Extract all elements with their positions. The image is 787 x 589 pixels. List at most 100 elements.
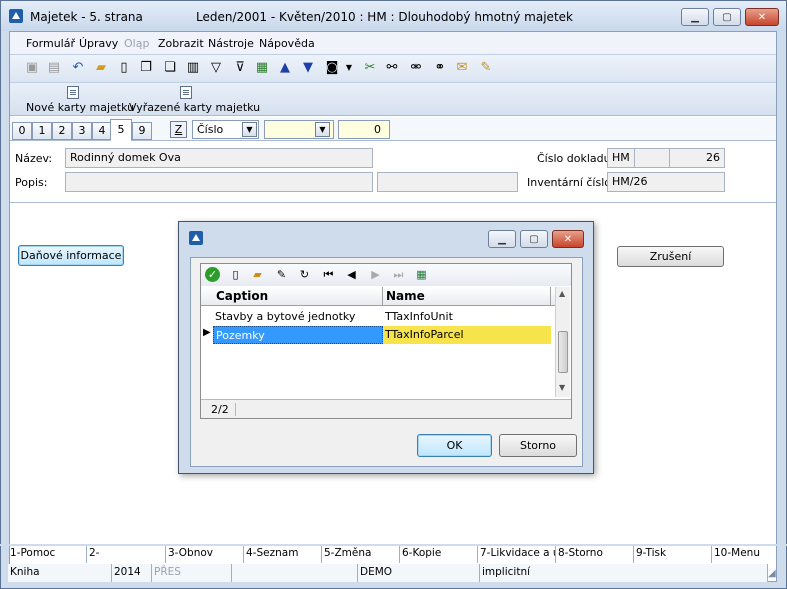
grid-cell-name[interactable]: TTaxInfoUnit (383, 308, 551, 326)
app-logo-icon (189, 231, 203, 245)
nazev-field[interactable]: Rodinný domek Ova (65, 148, 373, 168)
number-input[interactable]: 0 (338, 120, 390, 139)
tab-3[interactable]: 3 (72, 122, 92, 140)
status-empty (232, 564, 358, 582)
grid-cell-name-selected[interactable]: TTaxInfoParcel (383, 326, 551, 344)
tab-5[interactable]: 5 (110, 119, 132, 141)
fkey-10[interactable]: 10-Menu (712, 546, 778, 563)
dialog-maximize-button[interactable]: ▢ (520, 230, 548, 248)
save-close-icon[interactable]: ▤ (46, 60, 62, 76)
retired-assets-button[interactable]: Vyřazené karty majetku (129, 101, 260, 114)
prev-record-icon[interactable]: ◀ (344, 267, 359, 282)
last-record-icon[interactable]: ⏭ (391, 267, 406, 282)
binoculars-icon[interactable]: ⚯ (384, 60, 400, 76)
chevron-down-icon[interactable]: ▼ (242, 122, 257, 137)
book-icon[interactable]: ▥ (185, 60, 201, 76)
dialog-close-button[interactable]: ✕ (552, 230, 584, 248)
notes-icon[interactable]: ✎ (478, 60, 494, 76)
popis-field[interactable] (65, 172, 373, 192)
fkey-5[interactable]: 5-Změna (322, 546, 400, 563)
scroll-up-icon[interactable]: ▲ (559, 289, 565, 298)
tab-9[interactable]: 9 (132, 122, 152, 140)
email-icon[interactable]: ✉ (454, 60, 470, 76)
menu-zobrazit[interactable]: Zobrazit (158, 37, 204, 50)
first-record-icon[interactable]: ⏮ (321, 267, 336, 282)
camera-icon[interactable]: ◙ (324, 60, 340, 76)
tab-1[interactable]: 1 (32, 122, 52, 140)
fkey-1[interactable]: 1-Pomoc (8, 546, 87, 563)
excel-export-icon[interactable]: ▦ (414, 267, 429, 282)
find-next-icon[interactable]: ⚮ (408, 60, 424, 76)
stack-icon[interactable]: ▦ (254, 60, 270, 76)
menu-formular[interactable]: Formulář (26, 37, 75, 50)
zruseni-button[interactable]: Zrušení (617, 246, 724, 267)
fkey-2[interactable]: 2- (87, 546, 166, 563)
danove-informace-button[interactable]: Daňové informace (18, 245, 124, 266)
dropdown-arrow-icon[interactable]: ▼ (341, 60, 357, 76)
tools-icon[interactable]: ✂ (362, 60, 378, 76)
paste-icon[interactable]: ❏ (162, 60, 178, 76)
fkey-9[interactable]: 9-Tisk (634, 546, 712, 563)
menu-olap[interactable]: Oląp (124, 37, 149, 50)
column-header-name[interactable]: Name (383, 287, 551, 306)
resize-grip-icon[interactable]: ◢ (768, 568, 776, 579)
chevron-down-icon[interactable]: ▼ (315, 122, 330, 137)
confirm-icon[interactable]: ✓ (205, 267, 220, 282)
tab-2[interactable]: 2 (52, 122, 72, 140)
window-subtitle: Leden/2001 - Květen/2010 : HM : Dlouhodo… (196, 10, 573, 24)
doklad-mid-field[interactable] (634, 148, 670, 168)
tab-0[interactable]: 0 (12, 122, 32, 140)
column-header-caption[interactable]: Caption (213, 287, 383, 306)
arrow-up-icon[interactable]: ▲ (277, 60, 293, 76)
save-icon[interactable]: ▣ (24, 60, 40, 76)
menu-upravy[interactable]: Úpravy (79, 37, 118, 50)
fkey-7[interactable]: 7-Likvidace a úč (478, 546, 556, 563)
cancel-button[interactable]: Storno (499, 434, 577, 457)
tab-4[interactable]: 4 (92, 122, 112, 140)
grid-scrollbar[interactable]: ▲ ▼ (555, 287, 570, 397)
new-document-icon[interactable]: ▯ (116, 60, 132, 76)
scroll-down-icon[interactable]: ▼ (559, 383, 565, 392)
maximize-button[interactable]: ▢ (713, 8, 741, 26)
fkey-6[interactable]: 6-Kopie (400, 546, 478, 563)
doklad-number-field[interactable]: 26 (669, 148, 725, 168)
ok-button[interactable]: OK (417, 434, 492, 457)
open-folder-icon[interactable]: ▰ (250, 267, 265, 282)
next-record-icon[interactable]: ▶ (368, 267, 383, 282)
fkey-3[interactable]: 3-Obnov (166, 546, 244, 563)
document-icon (67, 86, 79, 99)
z-toggle-button[interactable]: Z (170, 121, 187, 138)
status-mode: PŘES (152, 564, 232, 582)
inventarni-label: Inventární číslo: (527, 176, 615, 189)
fkey-8[interactable]: 8-Storno (556, 546, 634, 563)
undo-icon[interactable]: ↶ (70, 60, 86, 76)
app-logo-icon (9, 9, 23, 23)
close-button[interactable]: ✕ (745, 8, 779, 26)
inventarni-field[interactable]: HM/26 (607, 172, 725, 192)
fkey-4[interactable]: 4-Seznam (244, 546, 322, 563)
minimize-button[interactable]: ▁ (681, 8, 709, 26)
popis-label: Popis: (15, 176, 48, 189)
close-icon: ✕ (757, 11, 767, 23)
filter-clear-icon[interactable]: ⊽ (232, 60, 248, 76)
current-row-arrow-icon: ▶ (203, 327, 211, 338)
scroll-thumb[interactable] (558, 331, 568, 373)
new-assets-button[interactable]: Nové karty majetku (26, 101, 134, 114)
find-replace-icon[interactable]: ⚭ (432, 60, 448, 76)
edit-icon[interactable]: ✎ (274, 267, 289, 282)
grid-cell-caption-selected[interactable]: Pozemky (213, 326, 383, 344)
arrow-down-icon[interactable]: ▼ (300, 60, 316, 76)
new-record-icon[interactable]: ▯ (228, 267, 243, 282)
copy-icon[interactable]: ❐ (138, 60, 154, 76)
popis-extra-field[interactable] (377, 172, 518, 192)
grid-cell-caption[interactable]: Stavby a bytové jednotky (213, 308, 383, 326)
filter-icon[interactable]: ▽ (208, 60, 224, 76)
refresh-icon[interactable]: ↻ (297, 267, 312, 282)
minimize-icon: ▁ (691, 11, 699, 23)
doklad-prefix-field[interactable]: HM (607, 148, 635, 168)
dialog-minimize-button[interactable]: ▁ (488, 230, 516, 248)
open-folder-icon[interactable]: ▰ (93, 60, 109, 76)
menu-napoveda[interactable]: Nápověda (259, 37, 315, 50)
menu-nastroje[interactable]: Nástroje (208, 37, 254, 50)
row-indicator-header (201, 287, 213, 306)
